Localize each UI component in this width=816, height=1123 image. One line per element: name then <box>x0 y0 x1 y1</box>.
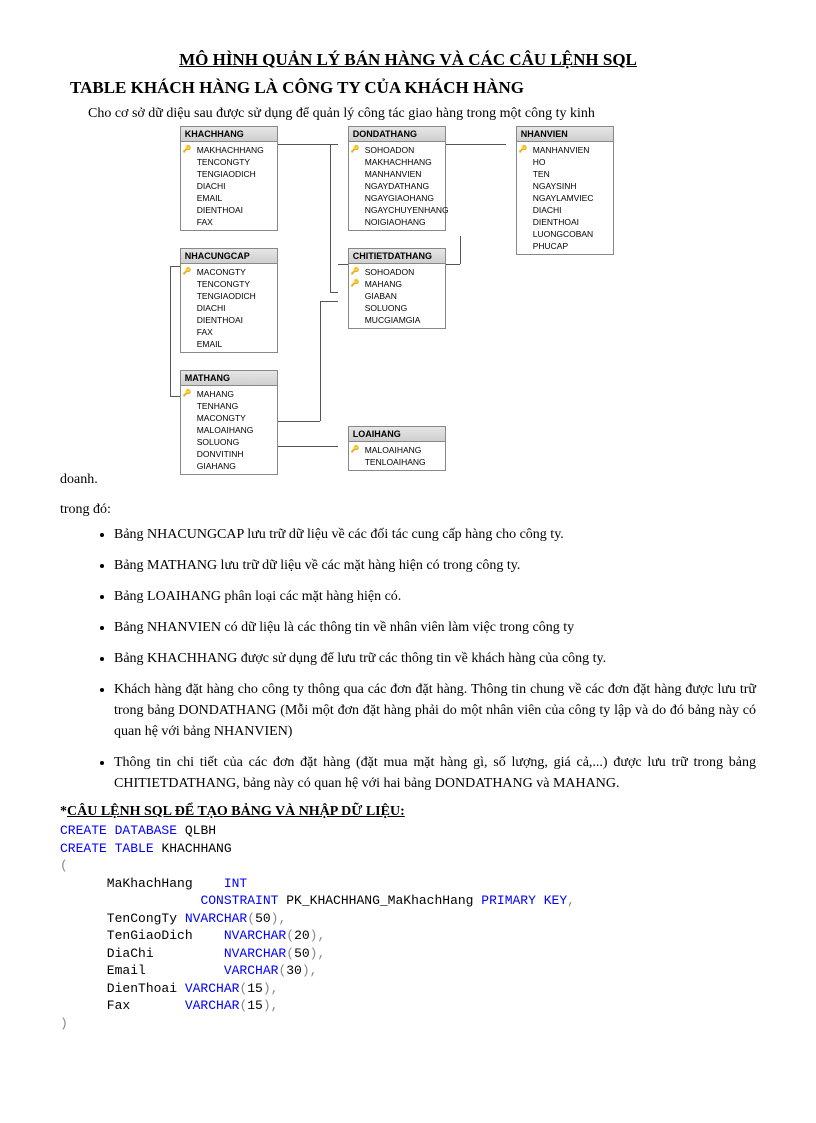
erd-table-dondathang: DONDATHANG SOHOADON MAKHACHHANG MANHANVI… <box>348 126 446 231</box>
page-title: MÔ HÌNH QUẢN LÝ BÁN HÀNG VÀ CÁC CÂU LỆNH… <box>60 50 756 70</box>
erd-table-chitietdathang: CHITIETDATHANG SOHOADON MAHANG GIABAN SO… <box>348 248 446 329</box>
list-item: Thông tin chi tiết của các đơn đặt hàng … <box>114 752 756 794</box>
erd-table-mathang: MATHANG MAHANG TENHANG MACONGTY MALOAIHA… <box>180 370 278 475</box>
erd-table-nhanvien: NHANVIEN MANHANVIEN HO TEN NGAYSINH NGAY… <box>516 126 614 255</box>
list-item: Bảng NHANVIEN có dữ liệu là các thông ti… <box>114 617 756 638</box>
trongdo-label: trong đó: <box>60 502 756 518</box>
erd-table-loaihang: LOAIHANG MALOAIHANG TENLOAIHANG <box>348 426 446 471</box>
sql-code-block: CREATE DATABASE QLBH CREATE TABLE KHACHH… <box>60 822 756 1033</box>
erd-table-nhacungcap: NHACUNGCAP MACONGTY TENCONGTY TENGIAODIC… <box>180 248 278 353</box>
description-list: Bảng NHACUNGCAP lưu trữ dữ liệu về các đ… <box>60 524 756 794</box>
list-item: Bảng MATHANG lưu trữ dữ liệu về các mặt … <box>114 555 756 576</box>
intro-text-1: Cho cơ sở dữ diệu sau được sử dụng để qu… <box>60 106 756 122</box>
list-item: Bảng KHACHHANG được sử dụng để lưu trữ c… <box>114 648 756 669</box>
page-subtitle: TABLE KHÁCH HÀNG LÀ CÔNG TY CỦA KHÁCH HÀ… <box>70 78 756 98</box>
list-item: Bảng LOAIHANG phân loại các mặt hàng hiệ… <box>114 586 756 607</box>
list-item: Bảng NHACUNGCAP lưu trữ dữ liệu về các đ… <box>114 524 756 545</box>
intro-text-2: doanh. <box>60 126 98 488</box>
sql-section-heading: *CÂU LỆNH SQL ĐỂ TẠO BẢNG VÀ NHẬP DỮ LIỆ… <box>60 804 756 820</box>
erd-table-khachhang: KHACHHANG MAKHACHHANG TENCONGTY TENGIAOD… <box>180 126 278 231</box>
erd-diagram: KHACHHANG MAKHACHHANG TENCONGTY TENGIAOD… <box>170 126 670 496</box>
list-item: Khách hàng đặt hàng cho công ty thông qu… <box>114 679 756 742</box>
